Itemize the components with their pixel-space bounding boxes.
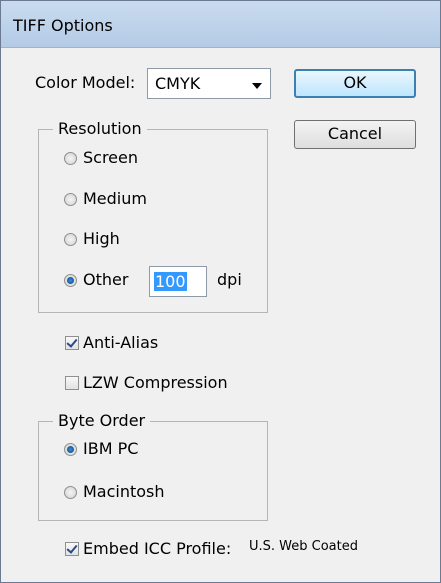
cancel-button[interactable]: Cancel bbox=[294, 120, 416, 149]
resolution-high-radio[interactable] bbox=[64, 233, 77, 246]
resolution-other-label: Other bbox=[83, 270, 129, 289]
icc-profile-name: U.S. Web Coated bbox=[249, 539, 358, 554]
byte-order-ibm-pc-label: IBM PC bbox=[83, 439, 139, 458]
color-model-value: CMYK bbox=[155, 74, 201, 93]
color-model-label: Color Model: bbox=[35, 73, 136, 92]
color-model-select[interactable]: CMYK bbox=[147, 68, 271, 99]
dpi-input[interactable]: 100 bbox=[149, 266, 207, 297]
tiff-options-dialog: TIFF Options Color Model: CMYK OK Cancel… bbox=[0, 0, 441, 583]
resolution-high-label: High bbox=[83, 229, 120, 248]
dpi-value: 100 bbox=[154, 272, 187, 291]
byte-order-ibm-pc-radio[interactable] bbox=[64, 443, 77, 456]
ok-button[interactable]: OK bbox=[294, 69, 416, 98]
resolution-medium-radio[interactable] bbox=[64, 193, 77, 206]
lzw-compression-label: LZW Compression bbox=[83, 373, 228, 392]
resolution-legend: Resolution bbox=[53, 119, 147, 138]
resolution-medium-label: Medium bbox=[83, 189, 147, 208]
dpi-unit-label: dpi bbox=[217, 270, 242, 289]
anti-alias-label: Anti-Alias bbox=[83, 333, 159, 352]
resolution-other-radio[interactable] bbox=[64, 274, 77, 287]
anti-alias-checkbox[interactable] bbox=[65, 336, 79, 350]
window-title: TIFF Options bbox=[13, 16, 113, 35]
byte-order-legend: Byte Order bbox=[53, 411, 151, 430]
lzw-compression-checkbox[interactable] bbox=[65, 376, 79, 390]
resolution-screen-radio[interactable] bbox=[64, 152, 77, 165]
byte-order-macintosh-label: Macintosh bbox=[83, 482, 165, 501]
chevron-down-icon[interactable] bbox=[252, 83, 262, 89]
byte-order-macintosh-radio[interactable] bbox=[64, 486, 77, 499]
embed-icc-label: Embed ICC Profile: bbox=[83, 539, 232, 558]
byte-order-group bbox=[38, 421, 268, 521]
resolution-screen-label: Screen bbox=[83, 148, 139, 167]
embed-icc-checkbox[interactable] bbox=[65, 542, 79, 556]
title-bar[interactable]: TIFF Options bbox=[1, 1, 440, 48]
